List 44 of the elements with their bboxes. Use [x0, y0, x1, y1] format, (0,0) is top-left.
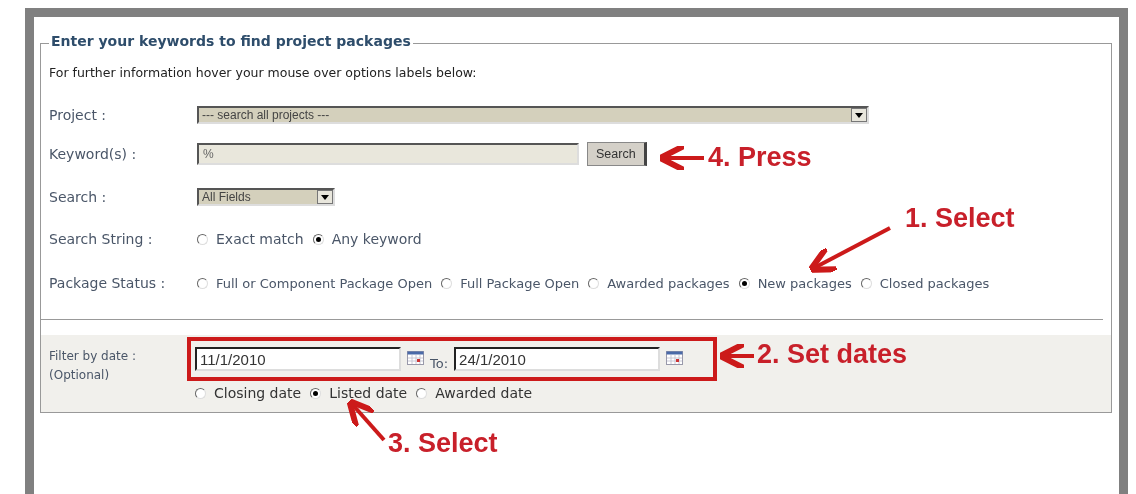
- radio-button[interactable]: [312, 233, 324, 245]
- radio-button[interactable]: [195, 387, 206, 399]
- radio-button[interactable]: [441, 277, 453, 289]
- radio-button[interactable]: [197, 277, 208, 289]
- radio-button[interactable]: [416, 387, 428, 399]
- annotation-text: 3. Select: [388, 428, 498, 459]
- field-label: Keyword(s) :: [49, 146, 138, 162]
- field-label: Search :: [49, 189, 108, 205]
- field-label: Package Status :: [49, 275, 167, 291]
- annotation-text: 2. Set dates: [757, 339, 908, 370]
- search-dropdown[interactable]: All Fields: [197, 188, 335, 206]
- radio-label: Exact match: [216, 231, 304, 247]
- radio-button[interactable]: [860, 277, 872, 289]
- radio-label: Any keyword: [331, 231, 422, 247]
- arrow: [717, 341, 754, 371]
- radio-button[interactable]: [588, 277, 600, 289]
- keyword-field[interactable]: %: [197, 143, 579, 165]
- radio-label: New packages: [757, 275, 852, 291]
- annotation-text: 4. Press: [708, 142, 812, 173]
- radio-label: Awarded date: [435, 385, 533, 401]
- radio-label: Awarded packages: [607, 275, 730, 291]
- annotation-text: 1. Select: [905, 203, 1015, 234]
- to-date-field[interactable]: 24/1/2010: [454, 347, 661, 371]
- field-label: Search String :: [49, 231, 154, 247]
- calendar-icon[interactable]: [666, 351, 684, 365]
- radio-label: Listed date: [329, 385, 408, 401]
- radio-label: Full Package Open: [460, 275, 580, 291]
- radio-label: Closing date: [214, 385, 302, 401]
- radio-button[interactable]: [738, 277, 750, 289]
- field-label: Project :: [49, 107, 108, 123]
- calendar-icon[interactable]: [407, 351, 424, 365]
- radio-label: Full or Component Package Open: [216, 275, 433, 291]
- filter-label: Filter by date : (Optional): [49, 348, 136, 384]
- to-label: To:: [430, 356, 449, 371]
- search-button[interactable]: Search: [587, 142, 647, 166]
- radio-button[interactable]: [310, 387, 322, 399]
- section-title: Enter your keywords to find project packages: [49, 33, 413, 49]
- project-dropdown[interactable]: --- search all projects ---: [197, 106, 869, 124]
- radio-button[interactable]: [197, 233, 208, 245]
- arrow: [657, 143, 704, 173]
- arrow: [346, 398, 386, 442]
- info-text: For further information hover your mouse over options labels below:: [49, 65, 477, 80]
- from-date-field[interactable]: 11/1/2010: [195, 347, 401, 371]
- radio-label: Closed packages: [879, 275, 990, 291]
